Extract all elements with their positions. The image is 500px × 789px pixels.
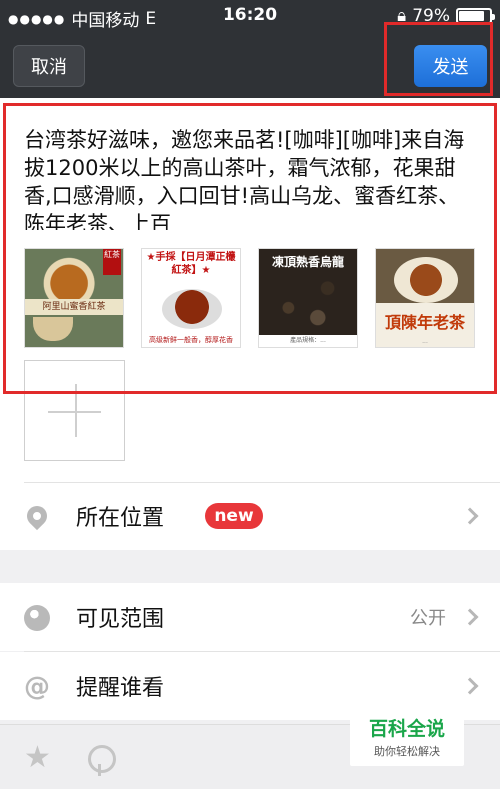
visibility-row[interactable]: 可见范围 公开 [0, 583, 500, 651]
remind-label: 提醒谁看 [76, 676, 165, 701]
star-icon[interactable]: ★ [24, 743, 51, 773]
globe-icon [24, 605, 50, 631]
chevron-right-icon [461, 507, 479, 525]
at-icon: @ [24, 672, 50, 702]
chevron-right-icon [461, 677, 479, 695]
chevron-right-icon [461, 608, 479, 626]
battery-fill [459, 11, 485, 21]
location-row[interactable]: 所在位置 new [0, 482, 500, 550]
watermark: 百科全说 助你轻松解决 [350, 708, 464, 766]
compose-highlight-box [3, 103, 497, 394]
new-badge: new [205, 503, 263, 529]
watermark-title: 百科全说 [368, 718, 445, 740]
visibility-label: 可见范围 [76, 607, 165, 632]
visibility-value: 公开 [410, 608, 446, 629]
location-label: 所在位置 [76, 506, 165, 531]
send-highlight-box [384, 22, 493, 96]
p-share-icon[interactable] [88, 745, 116, 776]
cancel-button[interactable]: 取消 [13, 45, 85, 87]
watermark-subtitle: 助你轻松解决 [374, 745, 440, 758]
divider [24, 482, 500, 483]
location-pin-icon [22, 501, 52, 531]
